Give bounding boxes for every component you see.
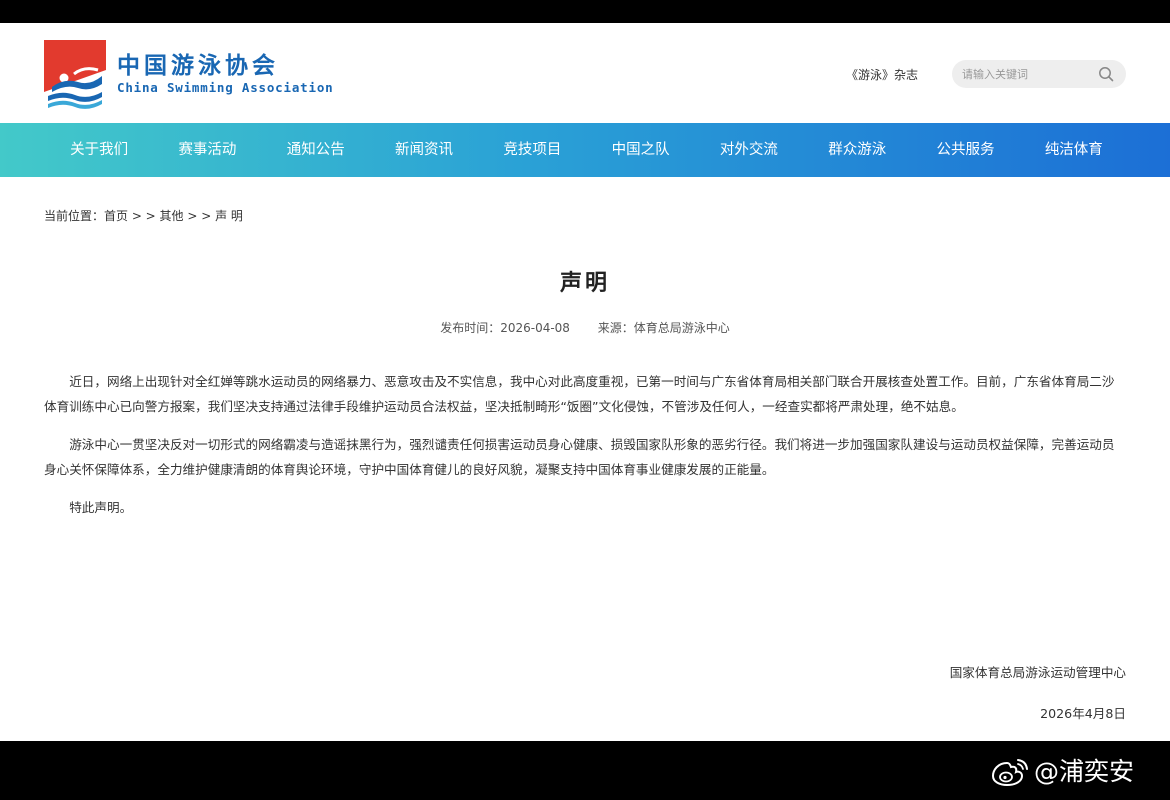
nav-item-clean-sport[interactable]: 纯洁体育 <box>1020 123 1128 177</box>
nav-item-events[interactable]: 赛事活动 <box>153 123 261 177</box>
signature-date: 2026年4月8日 <box>1040 706 1126 721</box>
page: 中国游泳协会 China Swimming Association 《游泳》杂志… <box>0 23 1170 741</box>
signature-organization: 国家体育总局游泳运动管理中心 <box>949 665 1126 680</box>
article-body: 近日，网络上出现针对全红婵等跳水运动员的网络暴力、恶意攻击及不实信息，我中心对此… <box>44 369 1126 533</box>
main-nav: 关于我们 赛事活动 通知公告 新闻资讯 竞技项目 中国之队 对外交流 群众游泳 … <box>0 123 1170 177</box>
site-header: 中国游泳协会 China Swimming Association 《游泳》杂志 <box>0 23 1170 123</box>
nav-item-competitive-sports[interactable]: 竞技项目 <box>478 123 586 177</box>
search-input[interactable] <box>962 64 1092 84</box>
article-source: 来源：体育总局游泳中心 <box>597 321 730 335</box>
article-paragraph: 特此声明。 <box>69 500 133 515</box>
search-icon[interactable] <box>1098 66 1114 82</box>
nav-item-news[interactable]: 新闻资讯 <box>370 123 478 177</box>
publish-time: 发布时间：2026-04-08 <box>440 321 570 335</box>
breadcrumb: 当前位置：首页 > > 其他 > > 声 明 <box>44 209 243 223</box>
nav-item-international-exchange[interactable]: 对外交流 <box>695 123 803 177</box>
nav-item-about[interactable]: 关于我们 <box>45 123 153 177</box>
nav-item-public-service[interactable]: 公共服务 <box>911 123 1019 177</box>
nav-item-china-team[interactable]: 中国之队 <box>586 123 694 177</box>
swimmer-logo-icon <box>44 40 106 109</box>
logo-chinese-name: 中国游泳协会 <box>117 53 279 79</box>
weibo-logo-icon <box>991 759 1028 787</box>
article-title: 声明 <box>559 271 610 296</box>
article-meta: 发布时间：2026-04-08 来源：体育总局游泳中心 <box>0 319 1170 336</box>
watermark-username: @浦奕安 <box>1034 757 1135 786</box>
association-logo[interactable] <box>44 40 106 110</box>
article-paragraph: 近日，网络上出现针对全红婵等跳水运动员的网络暴力、恶意攻击及不实信息，我中心对此… <box>44 374 1115 414</box>
logo-english-name: China Swimming Association <box>117 80 334 95</box>
search-box <box>952 60 1126 88</box>
magazine-link[interactable]: 《游泳》杂志 <box>846 66 918 83</box>
article-paragraph: 游泳中心一贯坚决反对一切形式的网络霸凌与造谣抹黑行为，强烈谴责任何损害运动员身心… <box>44 437 1115 477</box>
nav-item-notices[interactable]: 通知公告 <box>262 123 370 177</box>
nav-item-mass-swimming[interactable]: 群众游泳 <box>803 123 911 177</box>
